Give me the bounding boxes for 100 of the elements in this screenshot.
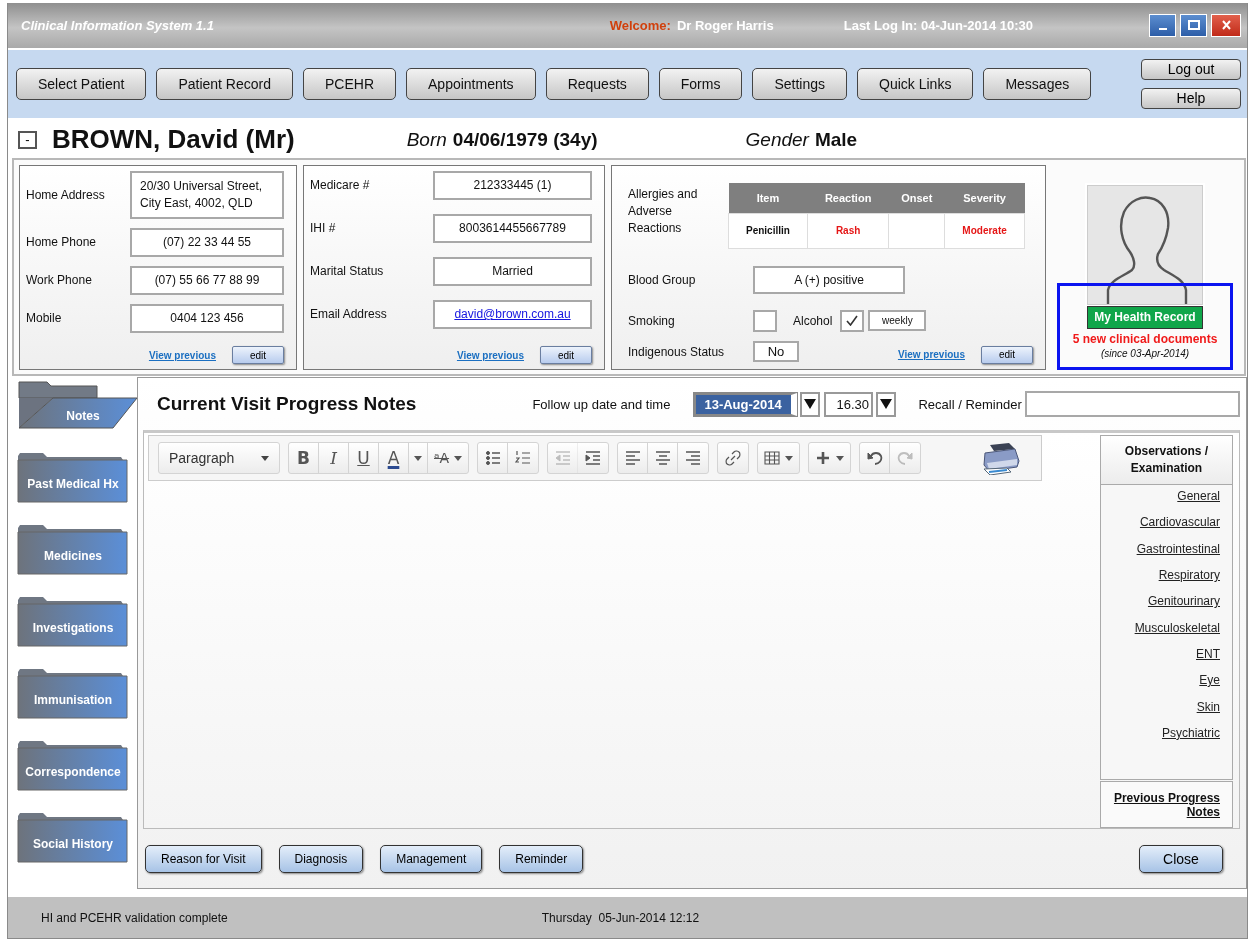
- italic-button[interactable]: I: [319, 443, 349, 474]
- examination-link[interactable]: Cardiovascular: [1139, 515, 1220, 530]
- link-icon: [725, 450, 742, 467]
- close-button[interactable]: [1211, 13, 1241, 37]
- minimize-icon: [1158, 28, 1167, 31]
- printer-icon: [981, 441, 1021, 476]
- documents-notice: 5 new clinical documents: [1072, 331, 1218, 346]
- examination-link[interactable]: ENT: [1196, 646, 1220, 661]
- date-field[interactable]: 13-Aug-2014: [694, 392, 798, 416]
- column-header: Reaction: [807, 182, 889, 214]
- table-icon: [764, 450, 781, 467]
- birth-date: 04/06/1979 (34y): [452, 128, 598, 151]
- format-dropdown[interactable]: Paragraph: [159, 443, 279, 474]
- email-field[interactable]: david@brown.com.au: [433, 299, 592, 329]
- text-field[interactable]: (07) 55 66 77 88 99: [130, 265, 284, 295]
- nav-button[interactable]: Log out: [1141, 58, 1241, 80]
- examination-link[interactable]: Eye: [1199, 673, 1220, 688]
- text-field[interactable]: Married: [433, 256, 592, 286]
- caret-icon: [880, 399, 893, 410]
- dropdown-button[interactable]: [876, 391, 897, 417]
- nav-button[interactable]: Select Patient: [16, 67, 147, 100]
- close-button[interactable]: Close: [1139, 844, 1223, 873]
- table-cell: Moderate: [944, 213, 1025, 249]
- size-button[interactable]: ᵃA: [428, 443, 469, 474]
- bullets-icon: [484, 450, 501, 467]
- nav-button[interactable]: PCEHR: [303, 67, 396, 100]
- nav-button[interactable]: Help: [1141, 87, 1241, 109]
- underline-button[interactable]: U: [349, 443, 379, 474]
- maximize-button[interactable]: [1180, 13, 1207, 37]
- field-label: Smoking: [628, 313, 676, 328]
- examination-link[interactable]: Respiratory: [1158, 568, 1220, 583]
- field-label: Home Address: [26, 187, 106, 202]
- dropdown-button[interactable]: [800, 391, 821, 417]
- caret-icon: [785, 455, 794, 461]
- field-label: Indigenous Status: [628, 344, 726, 359]
- outdent-icon: [554, 450, 571, 467]
- examination-link[interactable]: Genitourinary: [1147, 594, 1220, 609]
- minimize-button[interactable]: [1149, 13, 1176, 37]
- field-label: Alcohol: [793, 313, 833, 328]
- text-field[interactable]: 0404 123 456: [130, 303, 284, 333]
- previous-notes-link[interactable]: Previous Progress Notes: [1100, 781, 1233, 829]
- field-label: Recall / Reminder: [918, 396, 1022, 412]
- field-label: Blood Group: [628, 272, 697, 287]
- edit-button[interactable]: edit: [981, 345, 1033, 364]
- checkbox[interactable]: [840, 309, 865, 332]
- nav-button[interactable]: Settings: [752, 67, 848, 100]
- numbers-icon: [515, 450, 532, 467]
- panel-header: Observations / Examination: [1100, 435, 1233, 486]
- text-field[interactable]: weekly: [868, 310, 927, 332]
- examination-link[interactable]: Musculoskeletal: [1134, 620, 1220, 635]
- action-button[interactable]: Reason for Visit: [145, 844, 262, 873]
- align-left-icon: [624, 450, 641, 467]
- collapse-button[interactable]: -: [18, 130, 37, 149]
- since-date: (since 03-Apr-2014): [1100, 347, 1190, 359]
- align-right-icon: [685, 450, 702, 467]
- redo-icon: [897, 450, 914, 467]
- field-label: Home Phone: [26, 235, 98, 250]
- examination-link[interactable]: Psychiatric: [1162, 725, 1220, 740]
- recall-field[interactable]: [1024, 391, 1240, 418]
- nav-button[interactable]: Messages: [983, 67, 1092, 100]
- text-field[interactable]: 212333445 (1): [433, 170, 592, 200]
- close-icon: [1221, 20, 1231, 31]
- nav-button[interactable]: Forms: [658, 67, 743, 100]
- text-field[interactable]: 20/30 Universal Street, City East, 4002, QLD: [130, 170, 284, 219]
- edit-button[interactable]: edit: [232, 346, 284, 365]
- text-field[interactable]: A (+) positive: [753, 265, 905, 294]
- field-label: Follow up date and time: [532, 396, 671, 412]
- column-header: Item: [728, 182, 808, 214]
- checkbox[interactable]: [753, 309, 777, 332]
- view-previous-link[interactable]: View previous: [897, 349, 965, 361]
- indent-icon: [585, 450, 602, 467]
- action-button[interactable]: Reminder: [499, 844, 584, 873]
- view-previous-link[interactable]: View previous: [148, 349, 216, 361]
- nav-button[interactable]: Requests: [545, 67, 649, 100]
- time-field[interactable]: 16.30: [824, 391, 874, 417]
- text-field[interactable]: 8003614455667789: [433, 213, 592, 243]
- text-field[interactable]: (07) 22 33 44 55: [130, 227, 284, 257]
- check-icon: [846, 315, 859, 327]
- nav-button[interactable]: Appointments: [406, 67, 536, 100]
- nav-button[interactable]: Patient Record: [156, 67, 293, 100]
- edit-button[interactable]: edit: [540, 346, 592, 365]
- column-header: Onset: [888, 182, 945, 214]
- action-button[interactable]: Management: [380, 844, 483, 873]
- color-button[interactable]: A: [379, 443, 409, 474]
- examination-link[interactable]: General: [1177, 489, 1220, 504]
- status-message: HI and PCEHR validation complete: [41, 910, 228, 925]
- examination-link[interactable]: Skin: [1196, 699, 1220, 714]
- undo-icon: [866, 450, 883, 467]
- user-name: Dr Roger Harris: [676, 17, 774, 33]
- maximize-icon: [1187, 20, 1200, 31]
- text-field[interactable]: No: [753, 341, 799, 363]
- bold-button[interactable]: B: [289, 443, 319, 474]
- status-datetime: Thursday 05-Jun-2014 12:12: [541, 910, 700, 925]
- action-button[interactable]: Diagnosis: [278, 844, 364, 873]
- section-title: Current Visit Progress Notes: [157, 393, 417, 416]
- gender-label: Gender: [745, 128, 809, 151]
- view-previous-link[interactable]: View previous: [456, 349, 524, 361]
- examination-link[interactable]: Gastrointestinal: [1136, 541, 1220, 556]
- caret-icon: [836, 455, 845, 461]
- nav-button[interactable]: Quick Links: [857, 67, 974, 100]
